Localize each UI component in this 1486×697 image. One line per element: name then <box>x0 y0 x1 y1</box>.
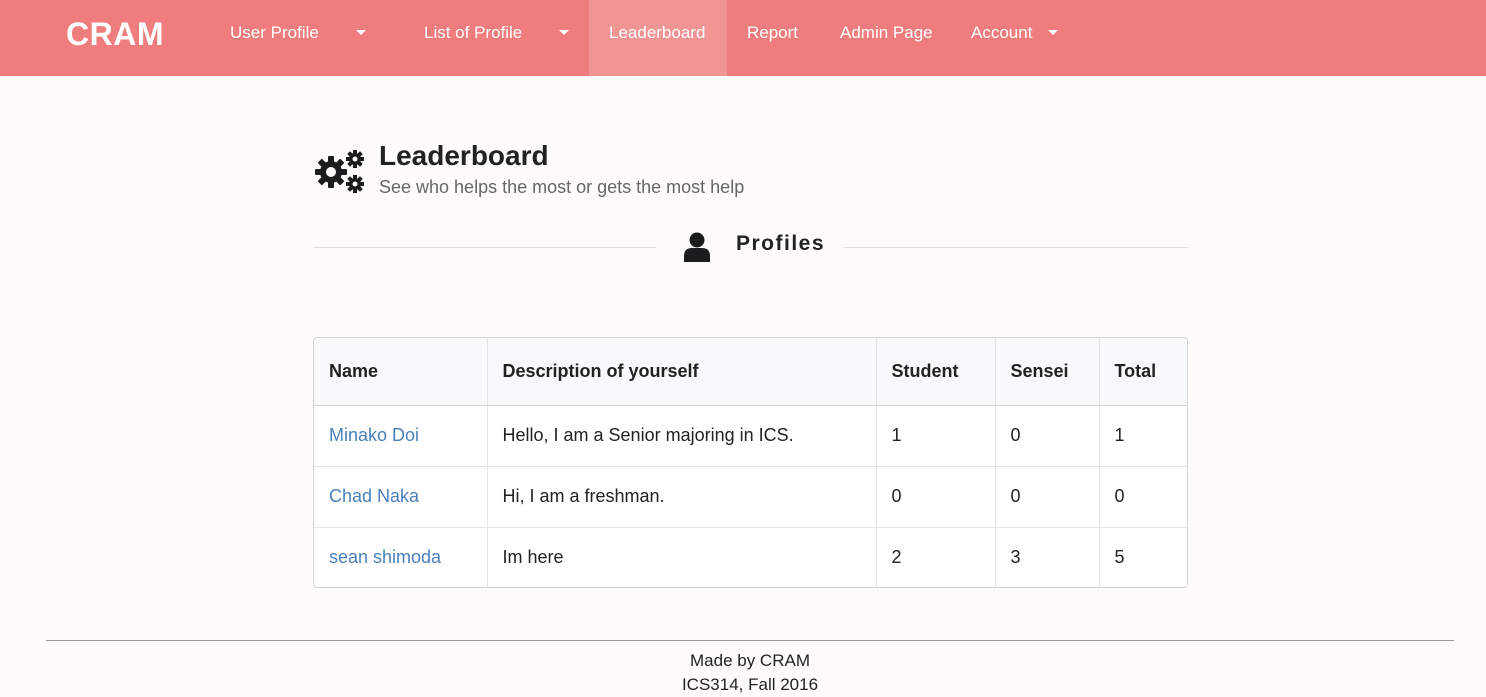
description-cell: Hello, I am a Senior majoring in ICS. <box>486 405 876 466</box>
sensei-cell: 3 <box>994 526 1099 587</box>
profile-link[interactable]: Chad Naka <box>329 486 419 506</box>
column-header-description[interactable]: Description of yourself <box>486 338 876 406</box>
sensei-cell: 0 <box>994 465 1099 527</box>
nav-account-label: Account <box>971 23 1033 42</box>
nav-user-profile[interactable]: User Profile <box>230 0 380 76</box>
leaderboard-table: Name Description of yourself Student Sen… <box>313 337 1188 588</box>
chevron-down-icon <box>356 30 366 35</box>
description-cell: Hi, I am a freshman. <box>486 465 876 527</box>
nav-list-of-profile-label: List of Profile <box>424 23 523 42</box>
divider-line <box>313 247 656 248</box>
total-cell: 0 <box>1098 465 1187 527</box>
user-icon <box>684 232 710 262</box>
chevron-down-icon <box>559 30 569 35</box>
footer-divider <box>46 640 1454 641</box>
column-header-name[interactable]: Name <box>314 338 487 406</box>
table-row: Minako Doi Hello, I am a Senior majoring… <box>314 405 1187 466</box>
total-cell: 5 <box>1098 526 1187 587</box>
sensei-cell: 0 <box>994 405 1099 466</box>
column-header-total[interactable]: Total <box>1098 338 1187 406</box>
footer-course: ICS314, Fall 2016 <box>681 675 819 694</box>
navbar: CRAM User Profile List of Profile Leader… <box>0 0 1486 76</box>
column-header-student[interactable]: Student <box>875 338 995 406</box>
nav-list-of-profile[interactable]: List of Profile <box>424 0 574 76</box>
student-cell: 0 <box>875 465 995 527</box>
nav-admin-page[interactable]: Admin Page <box>840 0 950 76</box>
gears-icon <box>315 150 364 193</box>
table-row: Chad Naka Hi, I am a freshman. 0 0 0 <box>314 465 1187 527</box>
nav-user-profile-label: User Profile <box>230 23 319 42</box>
page-subtitle: See who helps the most or gets the most … <box>379 177 745 197</box>
nav-leaderboard-label: Leaderboard <box>609 23 706 42</box>
divider-line <box>844 247 1188 248</box>
footer-credit: Made by CRAM <box>690 651 810 670</box>
name-cell: Minako Doi <box>314 405 487 466</box>
description-cell: Im here <box>486 526 876 587</box>
brand-logo[interactable]: CRAM <box>66 16 164 53</box>
nav-report[interactable]: Report <box>747 0 817 76</box>
profile-link[interactable]: Minako Doi <box>329 425 419 445</box>
name-cell: sean shimoda <box>314 526 487 587</box>
nav-report-label: Report <box>747 23 799 42</box>
total-cell: 1 <box>1098 405 1187 466</box>
student-cell: 2 <box>875 526 995 587</box>
student-cell: 1 <box>875 405 995 466</box>
nav-admin-page-label: Admin Page <box>840 23 933 42</box>
chevron-down-icon <box>1048 30 1058 35</box>
section-title: Profiles <box>736 232 826 255</box>
name-cell: Chad Naka <box>314 465 487 527</box>
page-title: Leaderboard <box>379 140 549 171</box>
profile-link[interactable]: sean shimoda <box>329 547 441 567</box>
column-header-sensei[interactable]: Sensei <box>994 338 1099 406</box>
nav-account[interactable]: Account <box>971 0 1071 76</box>
table-header-row: Name Description of yourself Student Sen… <box>314 338 1187 406</box>
table-row: sean shimoda Im here 2 3 5 <box>314 526 1187 587</box>
nav-leaderboard[interactable]: Leaderboard <box>589 0 727 76</box>
